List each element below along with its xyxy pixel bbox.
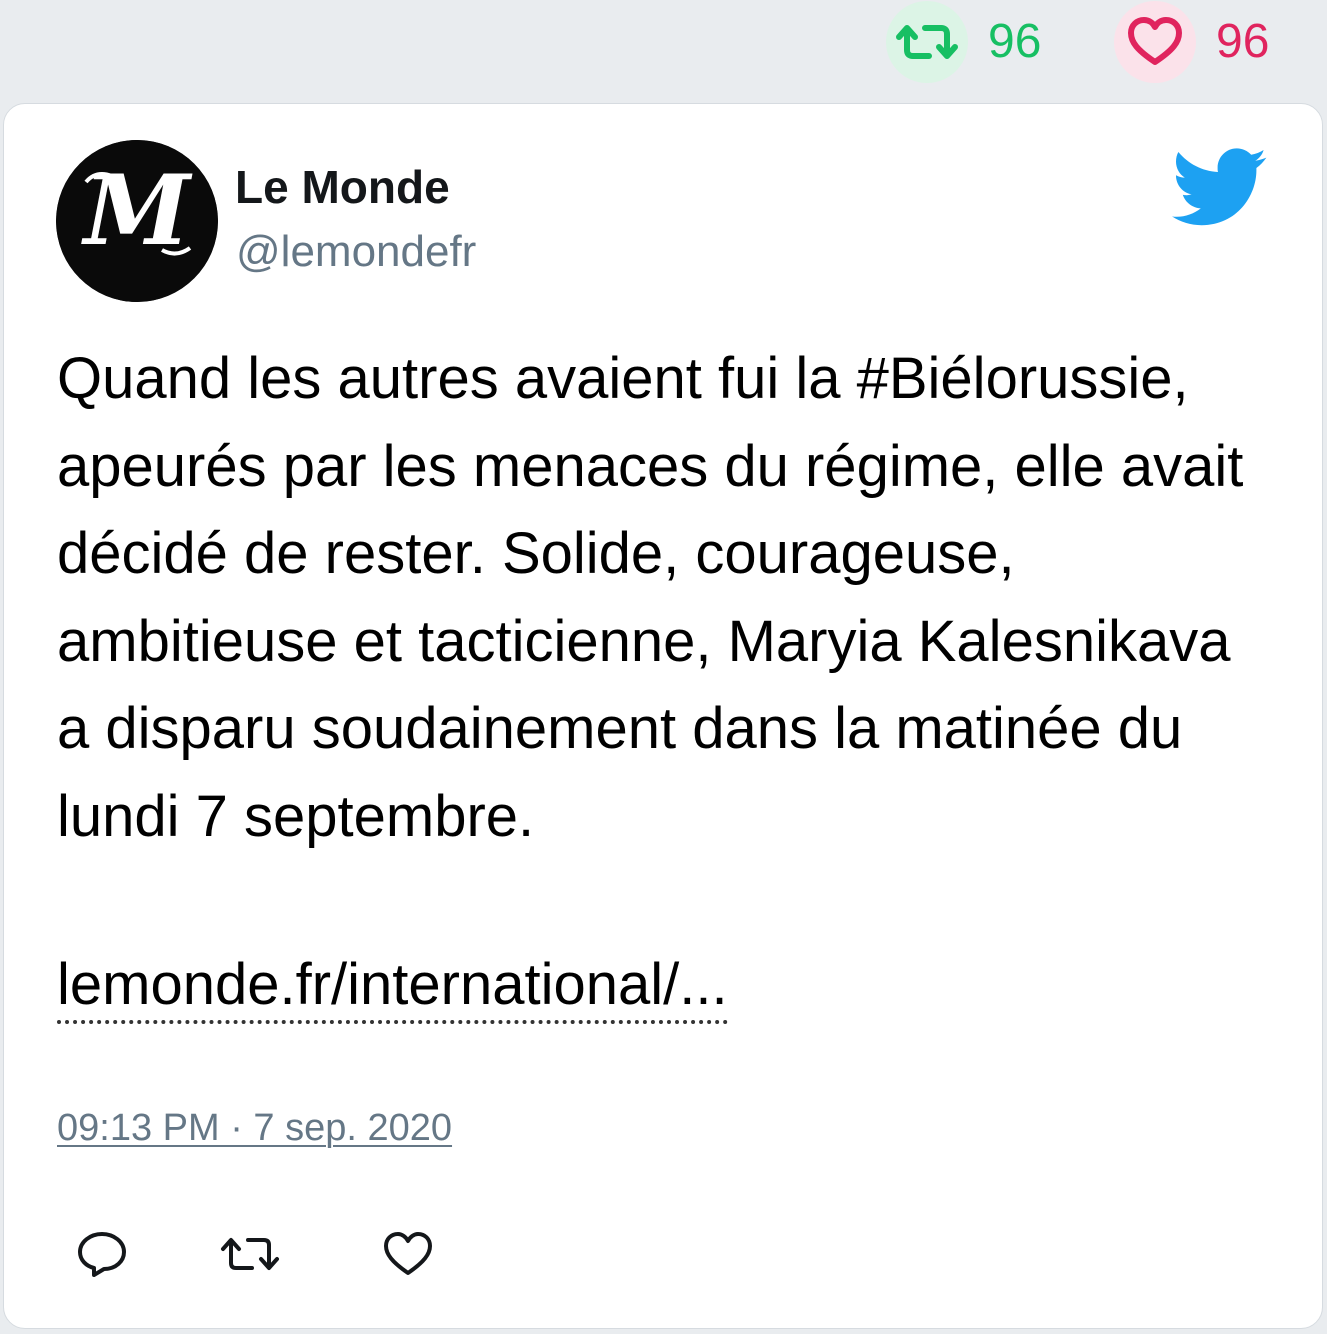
tweet-text: Quand les autres avaient fui la #Biéloru… [57,346,1244,849]
retweet-button[interactable] [218,1224,282,1284]
author-handle[interactable]: @lemondefr [236,230,476,274]
retweet-stat-icon-bg [886,1,968,83]
heart-icon [1128,17,1182,65]
tweet-link[interactable]: lemonde.fr/international/... [57,950,728,1024]
retweet-count: 96 [988,15,1042,68]
twitter-bird-icon[interactable] [1172,148,1268,228]
like-button[interactable] [376,1224,440,1284]
retweet-stat[interactable]: 96 [886,1,1041,83]
tweet-card: M Le Monde @lemondefr Quand les autres a… [3,103,1323,1329]
reply-icon [78,1232,126,1277]
reply-button[interactable] [70,1224,134,1284]
like-stat-icon-bg [1114,1,1196,83]
avatar[interactable]: M [56,140,218,302]
svg-text:M: M [81,154,193,267]
le-monde-logo: M [56,140,218,302]
author-name[interactable]: Le Monde [235,164,450,210]
like-stat[interactable]: 96 [1114,1,1269,83]
tweet-timestamp[interactable]: 09:13 PM · 7 sep. 2020 [57,1109,452,1147]
heart-icon [384,1232,432,1275]
tweet-stats-bar: 96 96 [0,0,1327,100]
retweet-icon [221,1238,279,1270]
retweet-icon [896,25,958,59]
like-count: 96 [1216,15,1270,68]
